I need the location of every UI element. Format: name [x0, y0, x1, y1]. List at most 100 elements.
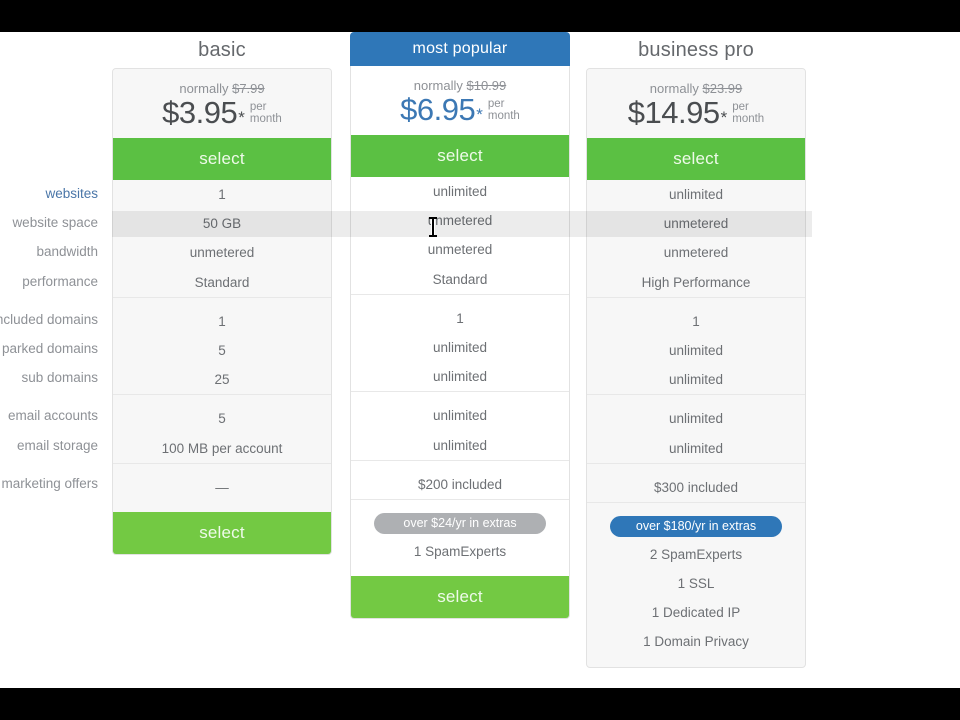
- feature-value: 25: [214, 372, 230, 388]
- feature-value: unlimited: [432, 339, 488, 355]
- feature-value: unlimited: [668, 440, 724, 456]
- feature-group-divider: [351, 498, 569, 509]
- feature-value: unlimited: [668, 372, 724, 388]
- feature-value: 100 MB per account: [161, 440, 283, 456]
- feature-value: $200 included: [417, 476, 503, 492]
- sidebar-item-email-accounts[interactable]: email accounts: [0, 401, 102, 430]
- feature-value: Standard: [194, 274, 250, 290]
- feature-group-divider: [113, 296, 331, 307]
- extras-badge-business-pro: over $180/yr in extras: [610, 515, 782, 537]
- normally-price-struck: $23.99: [702, 81, 743, 96]
- sidebar-item-parked-domains[interactable]: parked domains: [0, 334, 102, 363]
- normally-price-struck: $7.99: [232, 81, 265, 96]
- price-asterisk: *: [238, 108, 245, 127]
- feature-group-divider: [351, 293, 569, 304]
- normally-price-most-popular: normally $10.99: [351, 78, 569, 93]
- price-box-basic: normally $7.99 $3.95 * per month: [113, 69, 331, 138]
- price-period-basic: per month: [250, 101, 282, 125]
- feature-group-divider: [587, 462, 805, 473]
- feature-value: unmetered: [663, 216, 729, 232]
- sidebar-item-sub-domains[interactable]: sub domains: [0, 363, 102, 392]
- sidebar-item-marketing-offers[interactable]: marketing offers: [0, 469, 102, 498]
- normally-word: normally: [179, 81, 229, 96]
- feature-value: unmetered: [663, 245, 729, 261]
- text-cursor-icon: [427, 216, 439, 243]
- select-button-top-business-pro[interactable]: select: [587, 138, 805, 180]
- price-box-business-pro: normally $23.99 $14.95 * per month: [587, 69, 805, 138]
- normally-price-basic: normally $7.99: [113, 81, 331, 96]
- period-per: per: [249, 100, 267, 113]
- price-line-basic: $3.95 * per month: [113, 97, 331, 128]
- plan-card-business-pro: normally $23.99 $14.95 * per month select unli…: [586, 68, 806, 668]
- select-button-bottom-most-popular[interactable]: select: [351, 576, 569, 619]
- select-button-top-basic[interactable]: select: [113, 138, 331, 180]
- plan-column-business-pro: business pro normally $23.99 $14.95 * per mon…: [586, 32, 806, 668]
- price-asterisk: *: [476, 105, 483, 124]
- feature-value: unmetered: [189, 245, 255, 261]
- card-tail-spacer: [351, 566, 569, 576]
- feature-group-divider: [587, 296, 805, 307]
- feature-value: unlimited: [432, 184, 488, 199]
- extra-item: 1 SSL: [677, 576, 715, 592]
- normally-price-business-pro: normally $23.99: [587, 81, 805, 96]
- feature-value: 1: [218, 187, 226, 202]
- period-month: month: [487, 109, 520, 122]
- sidebar-item-performance[interactable]: performance: [0, 267, 102, 296]
- normally-price-struck: $10.99: [466, 78, 507, 93]
- feature-value: High Performance: [641, 274, 751, 290]
- extra-item: 1 Dedicated IP: [651, 605, 741, 621]
- letterbox-top: [0, 0, 960, 32]
- feature-value: —: [215, 479, 229, 495]
- normally-word: normally: [413, 78, 463, 93]
- plan-card-basic: normally $7.99 $3.95 * per month select 1 50 GB…: [112, 68, 332, 555]
- pricing-page: websites website space bandwidth performanc…: [0, 0, 960, 720]
- plan-card-most-popular: normally $10.99 $6.95 * per month select unlim…: [350, 66, 570, 620]
- sidebar-item-included-domains[interactable]: included domains: [0, 305, 102, 334]
- feature-value: 5: [218, 342, 226, 358]
- feature-value: Standard: [432, 271, 488, 287]
- price-amount-business-pro: $14.95: [627, 95, 720, 130]
- feature-value: unlimited: [432, 408, 488, 424]
- card-tail-spacer: [587, 657, 805, 667]
- feature-group-divider: [113, 394, 331, 404]
- plan-column-basic: basic normally $7.99 $3.95 * per month select 1…: [112, 32, 332, 555]
- period-per: per: [487, 97, 505, 110]
- feature-value: 5: [218, 411, 226, 427]
- period-month: month: [249, 112, 282, 125]
- plan-column-most-popular: most popular normally $10.99 $6.95 * per mont…: [350, 32, 570, 620]
- feature-group-divider: [587, 394, 805, 404]
- most-popular-ribbon: most popular: [350, 32, 570, 66]
- card-tail-spacer: [113, 502, 331, 512]
- feature-group-divider: [351, 391, 569, 401]
- price-line-most-popular: $6.95 * per month: [351, 94, 569, 125]
- period-per: per: [732, 100, 749, 113]
- sidebar-item-email-storage[interactable]: email storage: [0, 431, 102, 460]
- feature-value: 50 GB: [202, 216, 242, 232]
- feature-group-divider: [351, 459, 569, 470]
- sidebar-item-bandwidth[interactable]: bandwidth: [0, 237, 102, 266]
- price-box-most-popular: normally $10.99 $6.95 * per month: [351, 66, 569, 135]
- feature-value: unlimited: [668, 411, 724, 427]
- sidebar-item-website-space[interactable]: website space: [0, 208, 102, 237]
- feature-value: unlimited: [668, 187, 724, 202]
- normally-word: normally: [649, 81, 699, 96]
- feature-value: $300 included: [653, 479, 739, 495]
- plan-title-basic: basic: [198, 39, 246, 61]
- extra-item: 2 SpamExperts: [649, 546, 743, 562]
- price-amount-basic: $3.95: [162, 95, 238, 130]
- sidebar-item-websites[interactable]: websites: [0, 179, 102, 208]
- feature-value: unmetered: [427, 213, 493, 229]
- plan-title-business-pro: business pro: [638, 39, 754, 61]
- price-line-business-pro: $14.95 * per month: [587, 97, 805, 128]
- select-button-bottom-basic[interactable]: select: [113, 511, 331, 554]
- feature-value: 1: [456, 310, 464, 326]
- extras-badge-most-popular: over $24/yr in extras: [374, 512, 546, 534]
- price-asterisk: *: [720, 108, 728, 127]
- extra-item: 1 Domain Privacy: [643, 634, 749, 650]
- select-button-top-most-popular[interactable]: select: [351, 135, 569, 177]
- feature-group-divider: [113, 462, 331, 473]
- feature-value: unlimited: [432, 437, 488, 453]
